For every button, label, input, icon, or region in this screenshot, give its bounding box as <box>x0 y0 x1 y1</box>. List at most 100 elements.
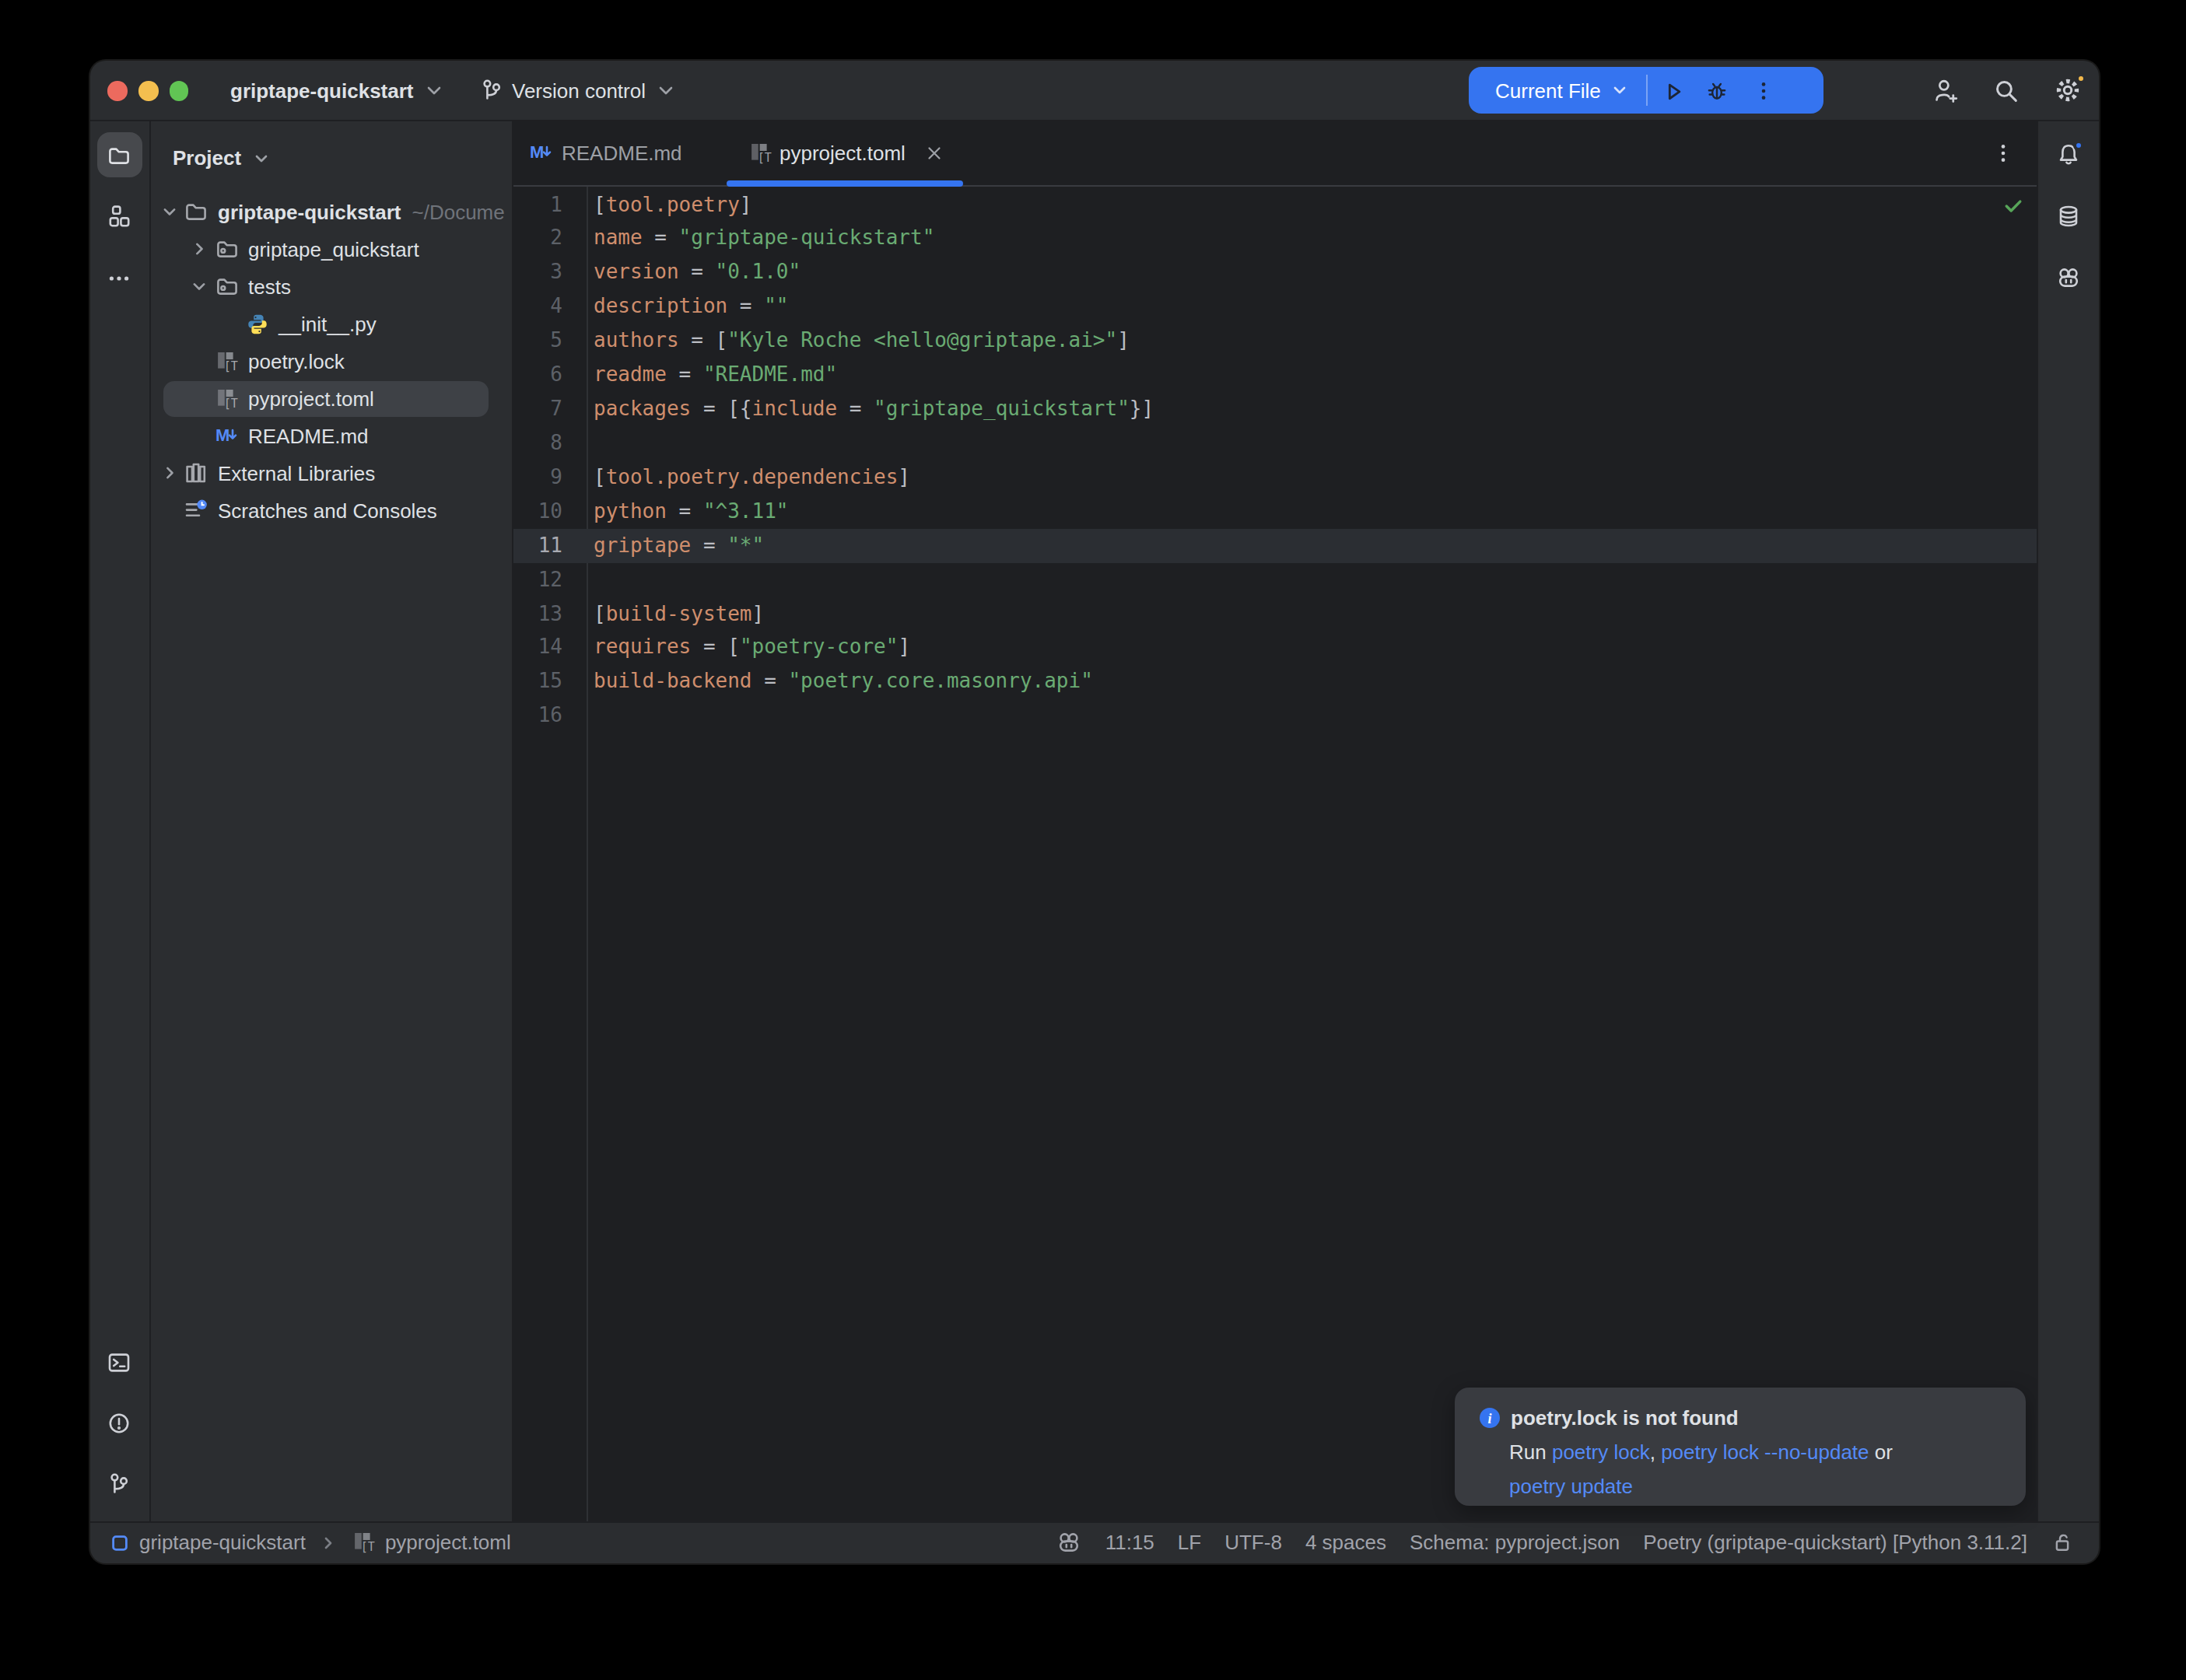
notification-text: Run <box>1509 1440 1552 1463</box>
code-line-15[interactable]: 15build-backend = "poetry.core.masonry.a… <box>513 665 2037 699</box>
minimize-window-button[interactable] <box>138 82 158 101</box>
more-tools-button[interactable] <box>97 255 142 300</box>
left-tool-stripe <box>89 121 151 1521</box>
run-widget: Current File <box>1469 67 1823 114</box>
tab-pyproject[interactable]: [T] pyproject.toml <box>726 121 963 184</box>
status-item[interactable]: UTF-8 <box>1224 1531 1282 1555</box>
code-line-8[interactable]: 8 <box>513 426 2037 460</box>
status-item[interactable]: 4 spaces <box>1305 1531 1386 1555</box>
notification-link[interactable]: poetry update <box>1509 1474 1633 1497</box>
tab-label: README.md <box>562 141 682 164</box>
notification-link[interactable]: poetry lock --no-update <box>1661 1440 1869 1463</box>
vcs-widget[interactable]: Version control <box>479 60 678 121</box>
status-item[interactable]: LF <box>1178 1531 1201 1555</box>
search-icon[interactable] <box>1993 77 2020 103</box>
status-item[interactable]: Schema: pyproject.json <box>1410 1531 1620 1555</box>
folder-icon <box>107 142 132 167</box>
lock-open-icon[interactable] <box>2051 1531 2074 1555</box>
bell-icon <box>2056 141 2081 166</box>
breadcrumb-project[interactable]: griptape-quickstart <box>139 1531 306 1555</box>
tree-item-scratches-and-consoles[interactable]: Scratches and Consoles <box>151 492 512 529</box>
tree-item-pyproject-toml[interactable]: [T]pyproject.toml <box>151 380 512 417</box>
project-tool-button[interactable] <box>97 132 142 177</box>
project-widget[interactable]: griptape-quickstart <box>230 60 447 121</box>
code-line-1[interactable]: 1[tool.poetry] <box>513 187 2037 222</box>
title-bar: griptape-quickstart Version control Curr… <box>89 60 2099 121</box>
project-panel: Project griptape-quickstart~/Documegript… <box>151 121 513 1521</box>
code-line-6[interactable]: 6readme = "README.md" <box>513 358 2037 392</box>
line-number: 7 <box>513 392 562 426</box>
more-run-options-icon[interactable] <box>1738 79 1791 102</box>
project-module-icon <box>108 1532 130 1554</box>
line-number: 10 <box>513 495 562 529</box>
structure-tool-button[interactable] <box>97 193 142 238</box>
code-editor[interactable]: 1[tool.poetry]2name = "griptape-quicksta… <box>513 186 2037 1521</box>
libraries-icon <box>184 460 208 485</box>
tree-item--init-py[interactable]: __init__.py <box>151 305 512 342</box>
settings-gear-icon[interactable] <box>2054 76 2082 104</box>
chevron-right-icon[interactable] <box>184 238 214 260</box>
notification-title: poetry.lock is not found <box>1511 1406 1739 1430</box>
tree-item-griptape-quickstart[interactable]: griptape-quickstart~/Docume <box>151 193 512 230</box>
close-tab-icon[interactable] <box>924 121 944 184</box>
code-line-10[interactable]: 10python = "^3.11" <box>513 495 2037 529</box>
code-line-12[interactable]: 12 <box>513 562 2037 597</box>
toml-icon: [T] <box>214 348 239 373</box>
code-line-9[interactable]: 9[tool.poetry.dependencies] <box>513 460 2037 495</box>
svg-text:[T]: [T] <box>362 1540 376 1554</box>
tab-options-icon[interactable] <box>1992 121 2015 184</box>
code-line-3[interactable]: 3version = "0.1.0" <box>513 256 2037 290</box>
tree-item-tests[interactable]: tests <box>151 268 512 305</box>
tab-label: pyproject.toml <box>779 141 906 164</box>
debug-button[interactable] <box>1691 79 1744 102</box>
notification-body-line: poetry update <box>1480 1469 2003 1503</box>
desktop: griptape-quickstart Version control Curr… <box>0 0 2186 1680</box>
active-tab-underline <box>726 180 963 186</box>
tree-item-readme-md[interactable]: MREADME.md <box>151 417 512 454</box>
tree-item-label: poetry.lock <box>248 349 345 373</box>
code-line-14[interactable]: 14requires = ["poetry-core"] <box>513 631 2037 665</box>
toml-file-icon: [T] <box>748 141 772 164</box>
git-tool-button[interactable] <box>97 1461 142 1507</box>
markdown-icon: M <box>214 423 239 448</box>
svg-text:[T]: [T] <box>224 396 238 410</box>
svg-text:M: M <box>215 425 229 445</box>
tree-item-poetry-lock[interactable]: [T] poetry.lock <box>151 342 512 380</box>
tab-readme[interactable]: M README.md <box>513 121 682 184</box>
project-panel-header[interactable]: Project <box>151 121 512 192</box>
status-item[interactable]: 11:15 <box>1105 1531 1154 1555</box>
notifications-button[interactable] <box>2046 131 2091 176</box>
status-item[interactable]: Poetry (griptape-quickstart) [Python 3.1… <box>1643 1531 2027 1555</box>
chevron-down-icon[interactable] <box>184 275 214 297</box>
tree-item-griptape-quickstart[interactable]: griptape_quickstart <box>151 230 512 268</box>
code-line-2[interactable]: 2name = "griptape-quickstart" <box>513 222 2037 256</box>
ai-assistant-button[interactable] <box>2046 255 2091 300</box>
project-panel-title: Project <box>173 146 241 170</box>
status-bar: griptape-quickstart [T] pyproject.toml 1… <box>89 1521 2099 1563</box>
problems-tool-button[interactable] <box>97 1401 142 1446</box>
code-line-11[interactable]: 11griptape = "*" <box>513 528 2037 562</box>
notification-link[interactable]: poetry lock <box>1552 1440 1650 1463</box>
line-number: 5 <box>513 324 562 358</box>
add-user-icon[interactable] <box>1932 77 1959 103</box>
database-tool-button[interactable] <box>2046 193 2091 238</box>
code-line-7[interactable]: 7packages = [{include = "griptape_quicks… <box>513 392 2037 426</box>
zoom-window-button[interactable] <box>170 82 189 101</box>
tree-item-external-libraries[interactable]: External Libraries <box>151 454 512 492</box>
chevron-right-icon[interactable] <box>154 462 184 484</box>
vcs-widget-label: Version control <box>512 79 646 102</box>
code-line-4[interactable]: 4description = "" <box>513 290 2037 324</box>
code-line-5[interactable]: 5authors = ["Kyle Roche <hello@griptape.… <box>513 324 2037 358</box>
code-line-16[interactable]: 16 <box>513 699 2037 733</box>
code-line-13[interactable]: 13[build-system] <box>513 597 2037 631</box>
line-number: 16 <box>513 699 562 733</box>
inspections-ok-icon[interactable] <box>2002 194 2024 215</box>
breadcrumb-file[interactable]: pyproject.toml <box>385 1531 511 1555</box>
terminal-tool-button[interactable] <box>97 1340 142 1385</box>
run-config-selector[interactable]: Current File <box>1495 79 1601 102</box>
chevron-down-icon[interactable] <box>154 201 184 222</box>
ai-assistant-status-icon[interactable] <box>1057 1531 1082 1556</box>
folder-icon <box>184 199 208 224</box>
close-window-button[interactable] <box>107 82 127 101</box>
folder-pkg-icon <box>214 274 239 299</box>
